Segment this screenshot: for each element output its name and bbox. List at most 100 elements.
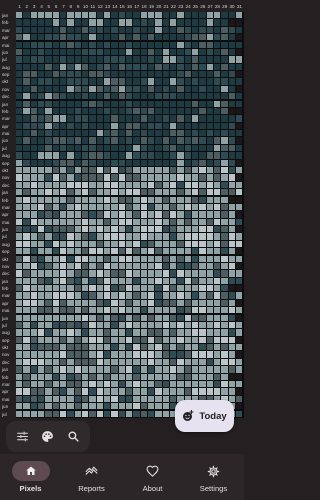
day-pixel[interactable]	[184, 233, 191, 240]
day-pixel[interactable]	[235, 152, 243, 159]
day-pixel[interactable]	[199, 107, 206, 115]
day-pixel[interactable]	[67, 395, 74, 403]
day-pixel[interactable]	[23, 410, 30, 417]
day-pixel[interactable]	[184, 85, 191, 93]
day-pixel[interactable]	[235, 63, 243, 70]
day-pixel[interactable]	[67, 203, 74, 211]
day-pixel[interactable]	[103, 122, 111, 129]
day-pixel[interactable]	[191, 71, 199, 78]
day-pixel[interactable]	[169, 203, 177, 211]
day-pixel[interactable]	[89, 159, 96, 166]
day-pixel[interactable]	[45, 381, 52, 388]
day-pixel[interactable]	[147, 152, 155, 159]
day-pixel[interactable]	[147, 159, 155, 166]
day-pixel[interactable]	[133, 410, 140, 417]
day-pixel[interactable]	[37, 122, 45, 129]
day-pixel[interactable]	[169, 85, 177, 93]
day-pixel[interactable]	[96, 85, 103, 93]
day-pixel[interactable]	[45, 189, 52, 196]
day-pixel[interactable]	[23, 56, 30, 63]
day-pixel[interactable]	[213, 63, 221, 70]
day-pixel[interactable]	[177, 255, 184, 262]
day-pixel[interactable]	[59, 233, 67, 240]
day-pixel[interactable]	[89, 85, 96, 93]
day-pixel[interactable]	[125, 85, 133, 93]
day-pixel[interactable]	[111, 381, 118, 388]
day-pixel[interactable]	[81, 262, 89, 270]
day-pixel[interactable]	[133, 166, 140, 174]
day-pixel[interactable]	[89, 299, 96, 307]
day-pixel[interactable]	[162, 240, 169, 248]
day-pixel[interactable]	[125, 285, 133, 292]
day-pixel[interactable]	[140, 189, 147, 196]
day-pixel[interactable]	[30, 189, 37, 196]
day-pixel[interactable]	[37, 115, 45, 122]
day-pixel[interactable]	[140, 262, 147, 270]
day-pixel[interactable]	[213, 255, 221, 262]
day-pixel[interactable]	[147, 395, 155, 403]
day-pixel[interactable]	[96, 226, 103, 233]
day-pixel[interactable]	[23, 137, 30, 144]
day-pixel[interactable]	[177, 314, 184, 321]
day-pixel[interactable]	[67, 336, 74, 344]
day-pixel[interactable]	[16, 336, 23, 344]
day-pixel[interactable]	[221, 351, 228, 358]
day-pixel[interactable]	[74, 181, 81, 189]
day-pixel[interactable]	[155, 63, 162, 70]
day-pixel[interactable]	[221, 255, 228, 262]
day-pixel[interactable]	[67, 410, 74, 417]
day-pixel[interactable]	[155, 48, 162, 56]
day-pixel[interactable]	[118, 358, 125, 366]
day-pixel[interactable]	[206, 152, 213, 159]
day-pixel[interactable]	[169, 329, 177, 336]
day-pixel[interactable]	[147, 255, 155, 262]
day-pixel[interactable]	[37, 395, 45, 403]
day-pixel[interactable]	[16, 71, 23, 78]
day-pixel[interactable]	[221, 388, 228, 395]
day-pixel[interactable]	[191, 41, 199, 48]
day-pixel[interactable]	[147, 403, 155, 410]
day-pixel[interactable]	[74, 277, 81, 284]
day-pixel[interactable]	[67, 93, 74, 100]
day-pixel[interactable]	[59, 211, 67, 218]
day-pixel[interactable]	[125, 314, 133, 321]
day-pixel[interactable]	[213, 130, 221, 137]
day-pixel[interactable]	[103, 314, 111, 321]
day-pixel[interactable]	[45, 292, 52, 299]
day-pixel[interactable]	[89, 366, 96, 373]
day-pixel[interactable]	[206, 137, 213, 144]
day-pixel[interactable]	[177, 233, 184, 240]
day-pixel[interactable]	[103, 218, 111, 225]
day-pixel[interactable]	[147, 34, 155, 41]
day-pixel[interactable]	[228, 307, 235, 314]
day-pixel[interactable]	[147, 63, 155, 70]
day-pixel[interactable]	[81, 344, 89, 351]
day-pixel[interactable]	[147, 12, 155, 19]
day-pixel[interactable]	[89, 130, 96, 137]
day-pixel[interactable]	[96, 107, 103, 115]
day-pixel[interactable]	[162, 166, 169, 174]
day-pixel[interactable]	[37, 159, 45, 166]
day-pixel[interactable]	[16, 26, 23, 34]
day-pixel[interactable]	[111, 336, 118, 344]
day-pixel[interactable]	[206, 248, 213, 255]
day-pixel[interactable]	[133, 71, 140, 78]
day-pixel[interactable]	[23, 196, 30, 203]
day-pixel[interactable]	[37, 277, 45, 284]
day-pixel[interactable]	[177, 262, 184, 270]
day-pixel[interactable]	[177, 48, 184, 56]
day-pixel[interactable]	[213, 41, 221, 48]
day-pixel[interactable]	[162, 203, 169, 211]
day-pixel[interactable]	[169, 166, 177, 174]
day-pixel[interactable]	[140, 107, 147, 115]
day-pixel[interactable]	[96, 321, 103, 329]
day-pixel[interactable]	[133, 107, 140, 115]
day-pixel[interactable]	[59, 26, 67, 34]
day-pixel[interactable]	[177, 321, 184, 329]
day-pixel[interactable]	[221, 196, 228, 203]
day-pixel[interactable]	[96, 307, 103, 314]
day-pixel[interactable]	[23, 63, 30, 70]
day-pixel[interactable]	[140, 26, 147, 34]
day-pixel[interactable]	[155, 34, 162, 41]
day-pixel[interactable]	[133, 122, 140, 129]
